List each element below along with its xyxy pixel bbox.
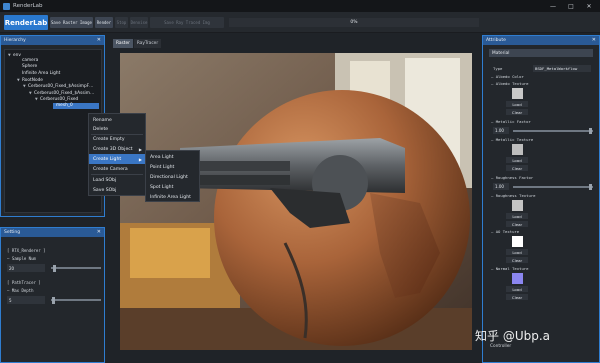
roughness-texture-label: – Roughness Texture: [491, 193, 536, 198]
metallic-load-button[interactable]: Load: [506, 157, 528, 163]
minimize-icon[interactable]: —: [544, 0, 562, 12]
albedo-clear-button[interactable]: Clear: [506, 109, 528, 115]
menu-item-directional-light[interactable]: Directional Light: [146, 172, 199, 182]
material-section-header[interactable]: Material: [489, 49, 593, 57]
save-raster-image-button[interactable]: Save Raster Image: [50, 17, 93, 28]
title-bar: RenderLab — □ ✕: [0, 0, 600, 12]
window-controls: — □ ✕: [544, 0, 598, 12]
window-title: RenderLab: [13, 3, 43, 9]
max-depth-input[interactable]: 5: [7, 296, 45, 304]
context-menu: Rename Delete Create Empty Create 3D Obj…: [88, 113, 146, 196]
brand-logo: RenderLab: [4, 15, 48, 30]
metallic-factor-label: – Metallic Factor: [491, 119, 531, 124]
rt-renderer-heading: [ RTX_Renderer ]: [7, 248, 46, 253]
type-select[interactable]: BSDF_MetalWorkflow: [533, 65, 591, 72]
roughness-factor-label: – Roughness Factor: [491, 175, 534, 180]
close-icon[interactable]: ✕: [580, 0, 598, 12]
menu-item-create-empty[interactable]: Create Empty: [89, 134, 145, 144]
save-ray-traced-image-button[interactable]: Save Ray Traced Img: [150, 17, 224, 28]
metallic-factor-slider[interactable]: [513, 130, 593, 132]
tab-raytracer[interactable]: RayTracer: [133, 39, 162, 48]
roughness-load-button[interactable]: Load: [506, 213, 528, 219]
ao-texture-thumbnail[interactable]: [512, 236, 523, 247]
submenu-arrow-icon: ▶: [138, 146, 142, 152]
type-label: Type: [493, 66, 503, 71]
metallic-factor-slider-knob[interactable]: [589, 128, 592, 134]
denoise-button[interactable]: Denoise: [130, 17, 148, 28]
menu-item-point-light[interactable]: Point Light: [146, 162, 199, 172]
albedo-texture-thumbnail[interactable]: [512, 88, 523, 99]
roughness-texture-thumbnail[interactable]: [512, 200, 523, 211]
metallic-clear-button[interactable]: Clear: [506, 165, 528, 171]
menu-item-create-camera[interactable]: Create Camera: [89, 164, 145, 174]
albedo-color-label: – Albedo Color: [491, 74, 524, 79]
metallic-texture-thumbnail[interactable]: [512, 144, 523, 155]
roughness-clear-button[interactable]: Clear: [506, 221, 528, 227]
max-depth-slider[interactable]: [51, 299, 101, 301]
close-icon[interactable]: ✕: [592, 37, 596, 43]
watermark: 知乎 @Ubp.a: [475, 329, 551, 343]
submenu-arrow-icon: ▶: [138, 156, 142, 162]
menu-item-spot-light[interactable]: Spot Light: [146, 182, 199, 192]
ao-load-button[interactable]: Load: [506, 249, 528, 255]
sample-num-slider-knob[interactable]: [53, 265, 56, 272]
hierarchy-title: Hierarchy: [4, 38, 26, 43]
stop-button[interactable]: Stop: [115, 17, 128, 28]
close-icon[interactable]: ✕: [97, 229, 101, 235]
menu-item-infinite-area-light[interactable]: Infinite Area Light: [146, 192, 199, 202]
roughness-factor-input[interactable]: 1.00: [493, 183, 509, 190]
render-progress-bar: 0%: [229, 18, 479, 27]
menu-item-area-light[interactable]: Area Light: [146, 152, 199, 162]
menu-item-load-sobj[interactable]: Load SObj: [89, 175, 145, 185]
menu-item-create-3d-object[interactable]: Create 3D Object ▶: [89, 144, 145, 154]
albedo-texture-label: – Albedo Texture: [491, 81, 529, 86]
tree-item-mesh-0[interactable]: mesh_0: [53, 103, 99, 109]
menu-item-create-light[interactable]: Create Light ▶: [89, 154, 145, 164]
tree-item-cerberus-1[interactable]: ▼ Cerberus00_Fixed_$AssimpF…: [23, 83, 93, 90]
normal-load-button[interactable]: Load: [506, 286, 528, 292]
ao-clear-button[interactable]: Clear: [506, 257, 528, 263]
light-submenu: Area Light Point Light Directional Light…: [145, 150, 200, 202]
path-tracer-heading: [ PathTracer ]: [7, 280, 41, 285]
sample-num-input[interactable]: 20: [7, 264, 45, 272]
progress-label: 0%: [350, 20, 358, 25]
maximize-icon[interactable]: □: [562, 0, 580, 12]
setting-title: Setting: [4, 230, 21, 235]
attribute-panel: Attribute ✕ Material Type BSDF_MetalWork…: [482, 35, 600, 363]
sample-num-label: – Sample Num: [7, 256, 36, 261]
setting-header: Setting ✕: [1, 228, 104, 237]
app-icon: [3, 2, 10, 10]
normal-texture-thumbnail[interactable]: [512, 273, 523, 284]
albedo-load-button[interactable]: Load: [506, 101, 528, 107]
controller-label: Controller: [490, 344, 512, 349]
toolbar: RenderLab Save Raster Image Render Stop …: [0, 12, 600, 33]
normal-clear-button[interactable]: Clear: [506, 294, 528, 300]
tree-item-env[interactable]: ▼ env: [8, 52, 21, 59]
tab-raster[interactable]: Raster: [113, 39, 133, 48]
roughness-factor-slider-knob[interactable]: [589, 184, 592, 190]
roughness-factor-slider[interactable]: [513, 186, 593, 188]
close-icon[interactable]: ✕: [97, 37, 101, 43]
tree-item-cerberus-3[interactable]: ▼ Cerberus00_Fixed: [35, 96, 78, 103]
tree-item-sphere[interactable]: Sphere: [22, 64, 37, 70]
sample-num-slider[interactable]: [51, 267, 101, 269]
attribute-header: Attribute ✕: [483, 36, 599, 45]
menu-item-save-sobj[interactable]: Save SObj: [89, 185, 145, 195]
render-button[interactable]: Render: [95, 17, 113, 28]
max-depth-slider-knob[interactable]: [52, 297, 55, 304]
setting-panel: Setting ✕ [ RTX_Renderer ] – Sample Num …: [0, 227, 105, 363]
attribute-title: Attribute: [486, 38, 506, 43]
metallic-texture-label: – Metallic Texture: [491, 137, 534, 142]
viewport-tabs: Raster RayTracer: [113, 39, 162, 48]
menu-item-delete[interactable]: Delete: [89, 124, 145, 134]
metallic-factor-input[interactable]: 1.00: [493, 127, 509, 134]
max-depth-label: – Max Depth: [7, 288, 34, 293]
ao-texture-label: – AO Texture: [491, 229, 520, 234]
normal-texture-label: – Normal Texture: [491, 266, 529, 271]
hierarchy-header: Hierarchy ✕: [1, 36, 104, 45]
